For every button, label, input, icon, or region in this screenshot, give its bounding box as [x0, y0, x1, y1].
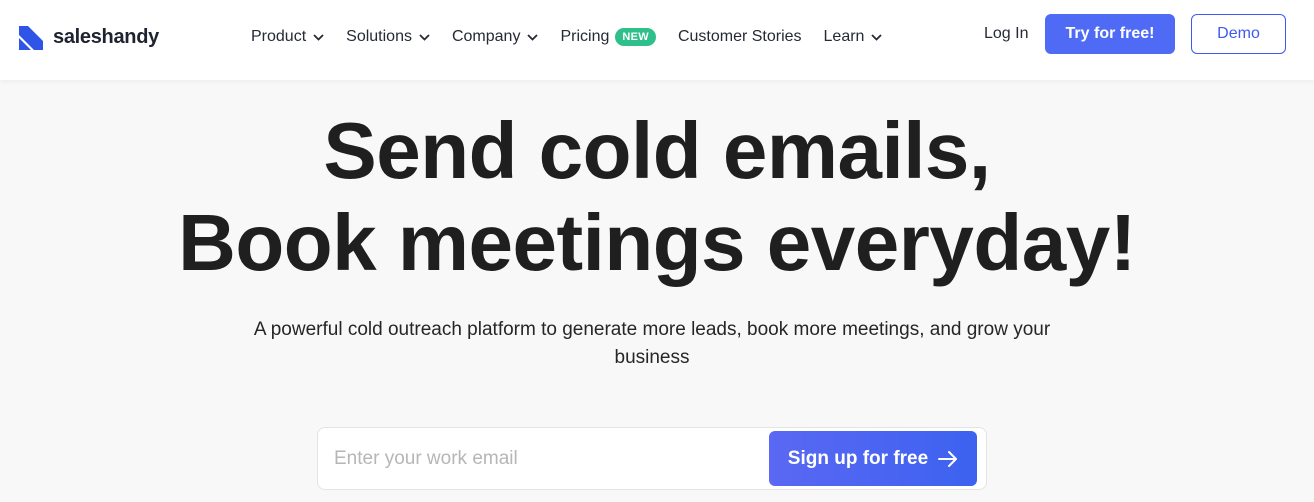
- nav-item-label: Product: [251, 28, 307, 45]
- hero-headline-line-2: Book meetings everyday!: [178, 198, 1136, 287]
- nav-item-label: Learn: [823, 28, 865, 45]
- nav-item-label: Customer Stories: [677, 28, 802, 45]
- try-for-free-button[interactable]: Try for free!: [1045, 14, 1175, 54]
- top-navbar: saleshandy Product Solutions Company Pri…: [0, 0, 1314, 80]
- nav-item-pricing[interactable]: Pricing NEW: [560, 28, 656, 46]
- saleshandy-logo[interactable]: saleshandy: [17, 24, 159, 50]
- hero-headline-line-1: Send cold emails,: [323, 106, 991, 195]
- chevron-down-icon: [871, 33, 883, 41]
- hero-subtitle: A powerful cold outreach platform to gen…: [253, 319, 1051, 368]
- signup-form: Sign up for free: [317, 427, 987, 490]
- nav-item-company[interactable]: Company: [451, 28, 539, 46]
- chevron-down-icon: [527, 33, 539, 41]
- sign-up-button-label: Sign up for free: [787, 447, 929, 469]
- nav-item-label: Company: [451, 28, 521, 45]
- nav-item-label: Pricing: [560, 28, 610, 45]
- chevron-down-icon: [419, 33, 430, 41]
- brand-name: saleshandy: [53, 25, 159, 48]
- hero-headline: Send cold emails, Book meetings everyday…: [0, 105, 1314, 289]
- main-nav: Product Solutions Company Pricing NEW Cu…: [251, 25, 904, 49]
- arrow-right-icon: [938, 450, 958, 467]
- new-badge: NEW: [615, 28, 656, 46]
- nav-item-customer-stories[interactable]: Customer Stories: [678, 28, 802, 46]
- nav-item-product[interactable]: Product: [251, 28, 324, 46]
- login-link[interactable]: Log In: [984, 25, 1028, 43]
- nav-item-label: Solutions: [346, 28, 412, 45]
- saleshandy-logo-icon: [19, 26, 43, 50]
- nav-item-learn[interactable]: Learn: [824, 28, 883, 46]
- chevron-down-icon: [313, 33, 324, 41]
- nav-item-solutions[interactable]: Solutions: [346, 28, 430, 46]
- demo-button[interactable]: Demo: [1191, 14, 1286, 54]
- sign-up-button[interactable]: Sign up for free: [769, 431, 977, 486]
- work-email-input[interactable]: [334, 442, 754, 476]
